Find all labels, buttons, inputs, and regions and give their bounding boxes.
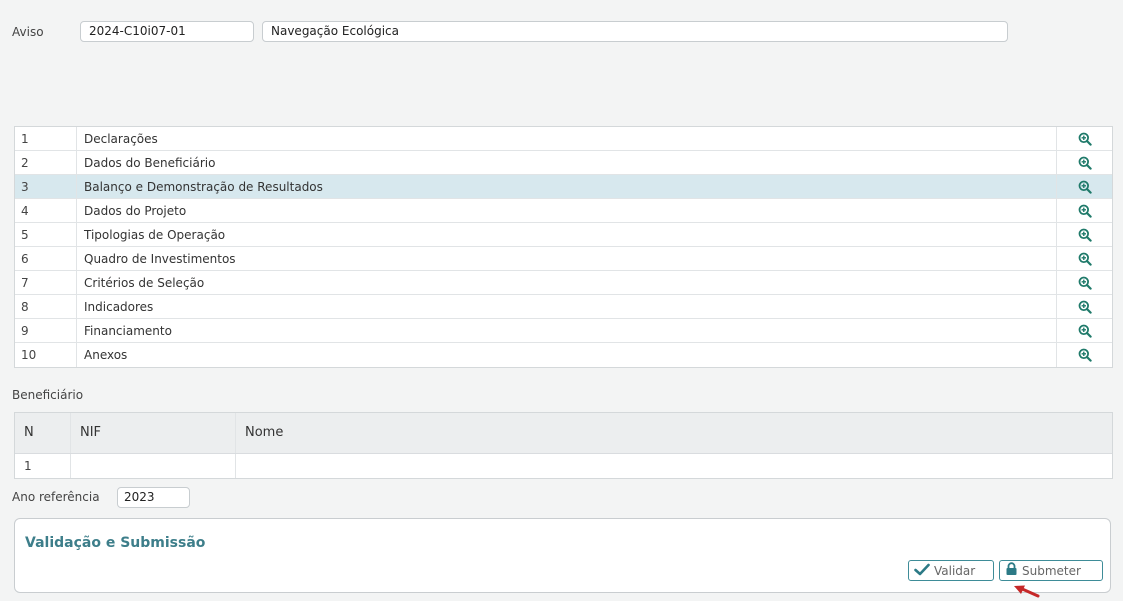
- section-number: 1: [15, 127, 77, 150]
- section-number: 2: [15, 151, 77, 174]
- zoom-in-icon[interactable]: [1056, 319, 1112, 342]
- zoom-in-icon[interactable]: [1056, 175, 1112, 198]
- submeter-button[interactable]: Submeter: [999, 560, 1103, 581]
- zoom-in-icon[interactable]: [1056, 247, 1112, 270]
- section-row[interactable]: 10 Anexos: [15, 343, 1112, 367]
- table-header: N NIF Nome: [15, 413, 1112, 454]
- column-header-nome: Nome: [245, 425, 284, 440]
- zoom-in-icon[interactable]: [1056, 343, 1112, 367]
- section-name[interactable]: Indicadores: [77, 295, 1056, 318]
- section-row[interactable]: 1 Declarações: [15, 127, 1112, 151]
- column-header-nif: NIF: [71, 413, 236, 453]
- beneficiario-table: N NIF Nome 1: [14, 412, 1113, 479]
- validation-panel: Validação e Submissão Validar Submeter: [14, 518, 1111, 593]
- section-row[interactable]: 8 Indicadores: [15, 295, 1112, 319]
- zoom-in-icon[interactable]: [1056, 271, 1112, 294]
- section-name[interactable]: Tipologias de Operação: [77, 223, 1056, 246]
- section-name[interactable]: Dados do Projeto: [77, 199, 1056, 222]
- aviso-label: Aviso: [12, 25, 44, 39]
- section-number: 9: [15, 319, 77, 342]
- validar-label: Validar: [934, 563, 976, 578]
- cell-nif: [71, 454, 236, 478]
- section-number: 4: [15, 199, 77, 222]
- column-header-n: N: [15, 413, 71, 453]
- section-number: 3: [15, 175, 77, 198]
- aviso-name-field[interactable]: Navegação Ecológica: [262, 21, 1008, 42]
- zoom-in-icon[interactable]: [1056, 127, 1112, 150]
- validar-button[interactable]: Validar: [908, 560, 994, 581]
- cell-n: 1: [15, 454, 71, 478]
- section-number: 10: [15, 343, 77, 367]
- section-row-selected[interactable]: 3 Balanço e Demonstração de Resultados: [15, 175, 1112, 199]
- section-name[interactable]: Quadro de Investimentos: [77, 247, 1056, 270]
- check-icon: [914, 563, 930, 579]
- lock-icon: [1005, 562, 1018, 579]
- validation-title: Validação e Submissão: [25, 535, 206, 551]
- section-name[interactable]: Financiamento: [77, 319, 1056, 342]
- section-row[interactable]: 7 Critérios de Seleção: [15, 271, 1112, 295]
- section-row[interactable]: 5 Tipologias de Operação: [15, 223, 1112, 247]
- section-row[interactable]: 4 Dados do Projeto: [15, 199, 1112, 223]
- section-row[interactable]: 2 Dados do Beneficiário: [15, 151, 1112, 175]
- section-name[interactable]: Dados do Beneficiário: [77, 151, 1056, 174]
- section-row[interactable]: 6 Quadro de Investimentos: [15, 247, 1112, 271]
- section-name[interactable]: Declarações: [77, 127, 1056, 150]
- zoom-in-icon[interactable]: [1056, 151, 1112, 174]
- submeter-label: Submeter: [1022, 563, 1081, 578]
- zoom-in-icon[interactable]: [1056, 223, 1112, 246]
- section-number: 8: [15, 295, 77, 318]
- ano-referencia-label: Ano referência: [12, 490, 100, 504]
- cell-nome: [236, 454, 1112, 478]
- aviso-code-field[interactable]: 2024-C10i07-01: [80, 21, 254, 42]
- ano-referencia-field[interactable]: 2023: [117, 487, 190, 508]
- zoom-in-icon[interactable]: [1056, 295, 1112, 318]
- section-name[interactable]: Critérios de Seleção: [77, 271, 1056, 294]
- section-row[interactable]: 9 Financiamento: [15, 319, 1112, 343]
- section-number: 5: [15, 223, 77, 246]
- section-name[interactable]: Anexos: [77, 343, 1056, 367]
- table-row[interactable]: 1: [15, 454, 1112, 478]
- beneficiario-title: Beneficiário: [12, 388, 84, 402]
- section-name[interactable]: Balanço e Demonstração de Resultados: [77, 175, 1056, 198]
- sections-table: 1 Declarações 2 Dados do Beneficiário 3 …: [14, 126, 1113, 368]
- section-number: 6: [15, 247, 77, 270]
- zoom-in-icon[interactable]: [1056, 199, 1112, 222]
- section-number: 7: [15, 271, 77, 294]
